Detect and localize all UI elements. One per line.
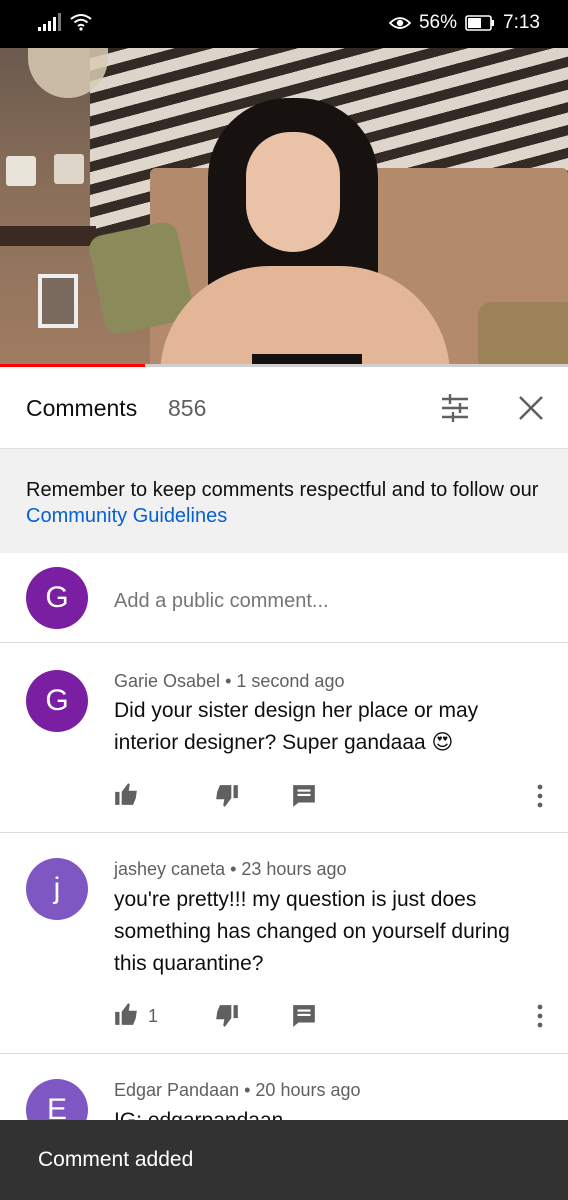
- comment-author[interactable]: Edgar Pandaan: [114, 1080, 239, 1100]
- like-icon[interactable]: [113, 1001, 139, 1027]
- comment-item: G Garie Osabel • 1 second ago Did your s…: [0, 643, 568, 833]
- close-icon[interactable]: [516, 393, 546, 423]
- reply-icon[interactable]: [291, 783, 317, 809]
- snackbar-text: Comment added: [38, 1148, 194, 1171]
- comments-title: Comments: [26, 395, 138, 421]
- comment-time: 1 second ago: [236, 671, 345, 691]
- community-guidelines-notice: Remember to keep comments respectful and…: [0, 449, 568, 553]
- clock: 7:13: [503, 12, 540, 33]
- dislike-icon[interactable]: [214, 783, 240, 809]
- more-options-icon[interactable]: [530, 783, 550, 809]
- comment-author[interactable]: jashey caneta: [114, 859, 225, 879]
- comment-actions: 1: [0, 1001, 568, 1031]
- cell-signal-icon: [38, 13, 63, 31]
- avatar[interactable]: G: [26, 567, 88, 629]
- comment-input[interactable]: [114, 587, 534, 615]
- comment-meta: jashey caneta • 23 hours ago: [114, 859, 347, 879]
- comments-count: 856: [168, 395, 207, 421]
- more-options-icon[interactable]: [530, 1003, 550, 1029]
- status-left: [38, 12, 93, 32]
- comment-text: Did your sister design her place or may …: [114, 699, 479, 754]
- comment-time: 20 hours ago: [255, 1080, 361, 1100]
- comment-meta: Garie Osabel • 1 second ago: [114, 671, 345, 691]
- add-comment-row: G: [0, 553, 568, 643]
- battery-percent: 56%: [418, 12, 458, 33]
- wifi-icon: [70, 14, 92, 31]
- sort-filter-icon[interactable]: [440, 393, 470, 423]
- comment-author[interactable]: Garie Osabel: [114, 671, 220, 691]
- dislike-icon[interactable]: [214, 1003, 240, 1029]
- avatar[interactable]: G: [26, 670, 88, 732]
- notice-text: Remember to keep comments respectful and…: [26, 479, 539, 501]
- like-icon[interactable]: [113, 781, 139, 807]
- battery-icon: [465, 15, 495, 31]
- reply-icon[interactable]: [291, 1003, 317, 1029]
- comment-actions: [0, 781, 568, 811]
- community-guidelines-link[interactable]: Community Guidelines: [26, 505, 227, 527]
- comment-time: 23 hours ago: [241, 859, 347, 879]
- avatar[interactable]: j: [26, 858, 88, 920]
- video-subject: [160, 98, 450, 366]
- comments-header: Comments 856: [0, 367, 568, 449]
- eye-comfort-icon: [388, 17, 411, 29]
- status-right: 56% 7:13: [388, 12, 540, 34]
- snackbar: Comment added: [0, 1120, 568, 1200]
- comment-meta: Edgar Pandaan • 20 hours ago: [114, 1080, 361, 1100]
- video-player[interactable]: [0, 48, 568, 366]
- like-count: 1: [148, 1006, 159, 1026]
- status-bar: 56% 7:13: [0, 0, 568, 48]
- comment-item: j jashey caneta • 23 hours ago you're pr…: [0, 833, 568, 1054]
- comment-text: you're pretty!!! my question is just doe…: [114, 888, 510, 975]
